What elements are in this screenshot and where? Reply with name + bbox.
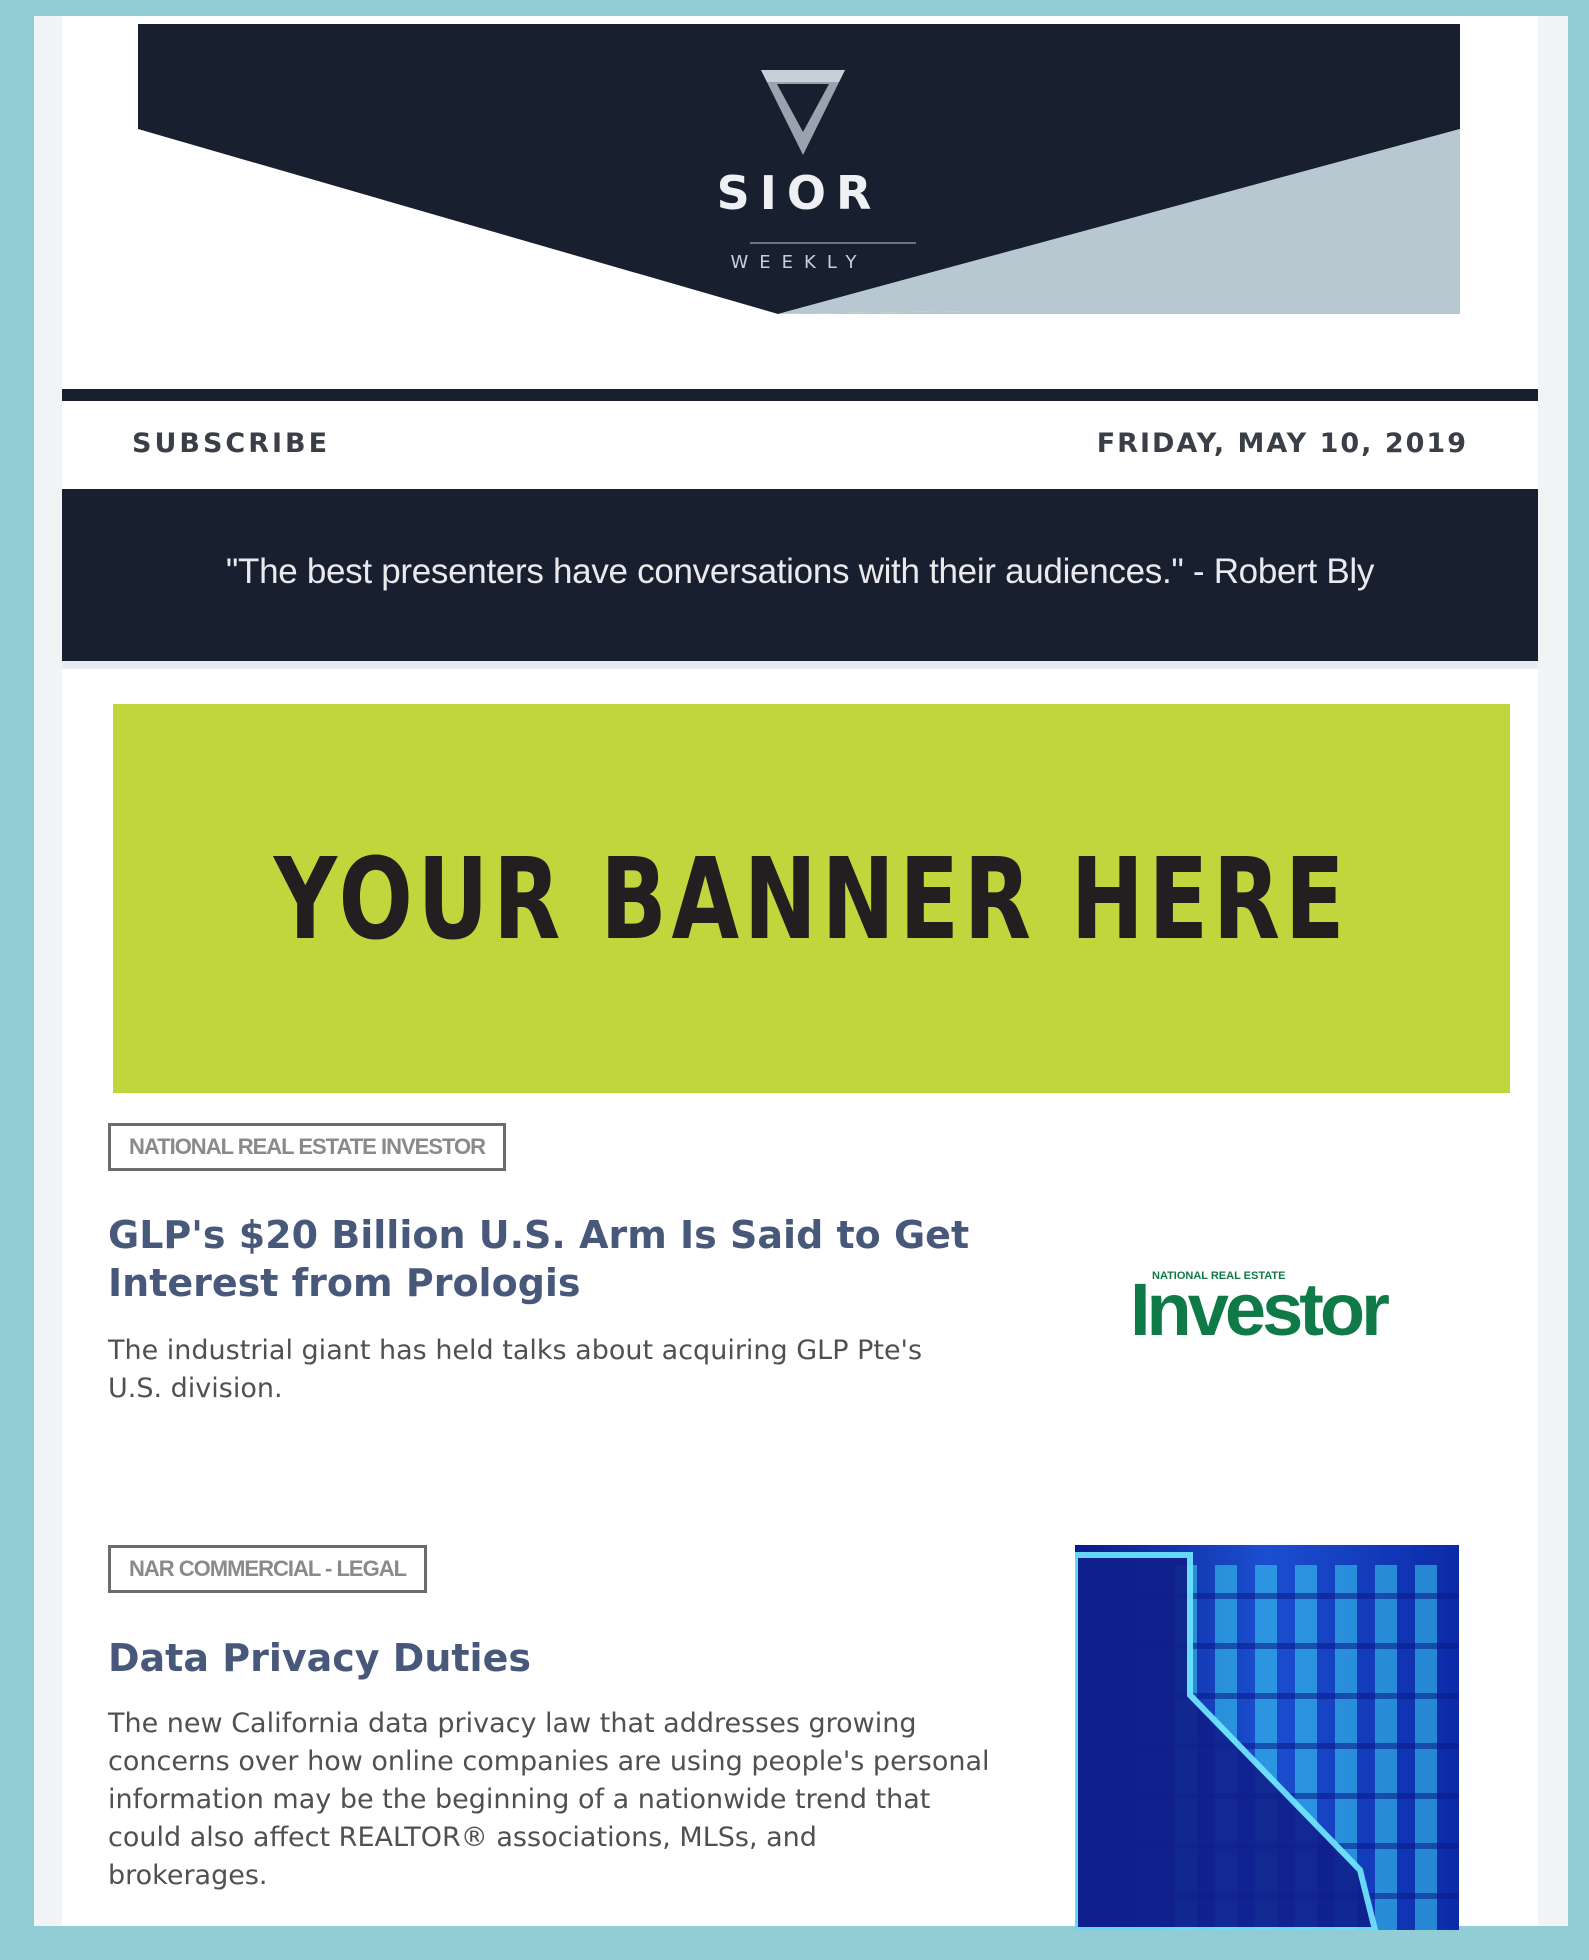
article-summary-line: information may be the beginning of a na… [108, 1784, 931, 1815]
article-summary-line: brokerages. [108, 1860, 268, 1891]
article-source-tag: NAR COMMERCIAL - LEGAL [108, 1545, 428, 1593]
masthead: SIOR WEEKLY [138, 24, 1460, 324]
banner-label: YOUR BANNER HERE [273, 835, 1350, 965]
subscribe-link[interactable]: SUBSCRIBE [132, 428, 330, 459]
issue-date: FRIDAY, MAY 10, 2019 [1096, 428, 1468, 459]
logo-divider [750, 242, 916, 244]
article-summary-line: The industrial giant has held talks abou… [108, 1335, 923, 1366]
article-title[interactable]: Data Privacy Duties [108, 1634, 531, 1682]
article-source-tag: NATIONAL REAL ESTATE INVESTOR [108, 1123, 507, 1171]
article-summary-line: concerns over how online companies are u… [108, 1746, 990, 1777]
article-summary-line: could also affect REALTOR® associations,… [108, 1822, 817, 1853]
article-title-line[interactable]: GLP's $20 Billion U.S. Arm Is Said to Ge… [108, 1211, 969, 1259]
investor-logo-wordmark: Investor [1130, 1268, 1390, 1351]
article-summary-line: U.S. division. [108, 1373, 283, 1404]
nav-row: SUBSCRIBE FRIDAY, MAY 10, 2019 [62, 401, 1538, 489]
header-divider [62, 389, 1538, 401]
quote-bar: "The best presenters have conversations … [62, 489, 1538, 661]
quote-bar-edge [62, 661, 1538, 669]
quote-text: "The best presenters have conversations … [225, 552, 1375, 591]
article-summary-line: The new California data privacy law that… [108, 1708, 917, 1739]
article-title-line[interactable]: Interest from Prologis [108, 1259, 581, 1307]
sior-shield-icon [761, 70, 845, 155]
investor-logo-icon[interactable]: NATIONAL REAL ESTATE Investor [1130, 1270, 1430, 1350]
logo-subtitle: WEEKLY [730, 252, 868, 273]
california-map-icon [1072, 1545, 1459, 1933]
ad-banner[interactable]: YOUR BANNER HERE [113, 704, 1510, 1093]
logo-wordmark: SIOR [716, 166, 882, 220]
california-map-image[interactable] [1072, 1545, 1459, 1933]
